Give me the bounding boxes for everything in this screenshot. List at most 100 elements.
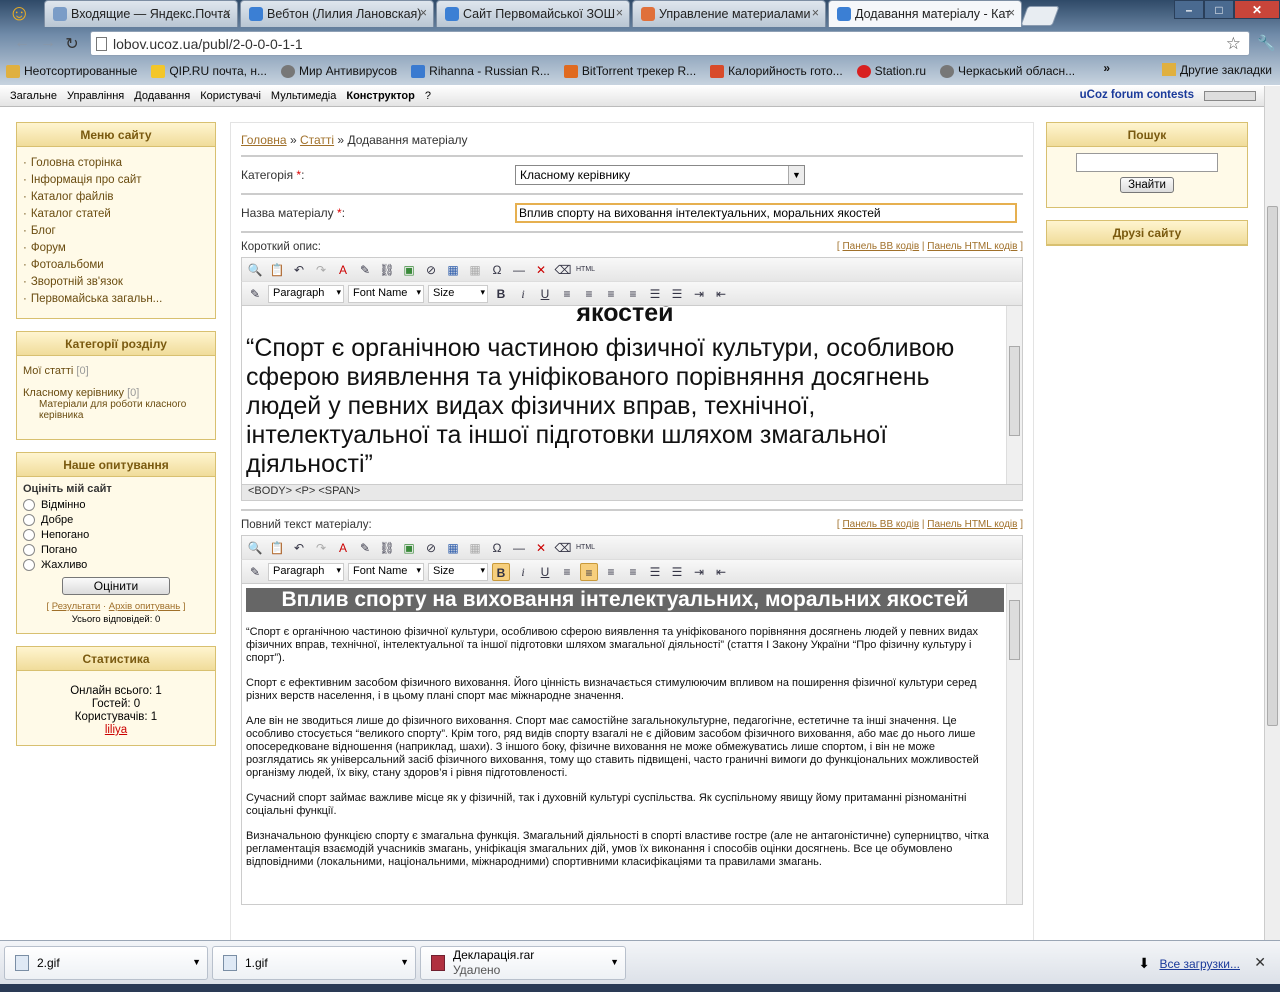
paste-icon[interactable]: 📋 xyxy=(268,539,286,557)
ucoz-menu-users[interactable]: Користувачі xyxy=(200,90,261,102)
unordered-list-icon[interactable]: ☰ xyxy=(668,285,686,303)
radio-button[interactable] xyxy=(23,559,35,571)
ucoz-menu-constructor[interactable]: Конструктор xyxy=(346,90,414,102)
menu-item-school[interactable]: Первомайська загальн... xyxy=(23,293,209,305)
bookmark[interactable]: Rihanna - Russian R... xyxy=(411,59,550,83)
horizontal-rule-icon[interactable]: — xyxy=(510,539,528,557)
bookmark[interactable]: Неотсортированные xyxy=(6,59,137,83)
html-panel-link[interactable]: Панель HTML кодів xyxy=(927,519,1017,530)
ucoz-bar-slider[interactable] xyxy=(1204,91,1256,101)
text-color-icon[interactable]: A xyxy=(334,261,352,279)
close-icon[interactable]: × xyxy=(224,6,231,20)
vote-button[interactable]: Оцінити xyxy=(62,577,170,595)
editor-scrollbar[interactable] xyxy=(1006,584,1022,904)
bb-panel-link[interactable]: Панель BB кодів xyxy=(842,519,919,530)
paragraph-dropdown[interactable]: Paragraph xyxy=(268,562,344,581)
download-item[interactable]: 2.gif ▼ xyxy=(4,946,208,980)
poll-option[interactable]: Добре xyxy=(23,514,209,526)
radio-button[interactable] xyxy=(23,529,35,541)
table-icon[interactable]: ▦ xyxy=(444,261,462,279)
menu-item-photos[interactable]: Фотоальбоми xyxy=(23,259,209,271)
table-icon[interactable]: ▦ xyxy=(444,539,462,557)
menu-item-info[interactable]: Інформація про сайт xyxy=(23,174,209,186)
title-input[interactable]: Вплив спорту на виховання інтелектуальни… xyxy=(515,203,1017,223)
back-icon[interactable]: ← xyxy=(12,34,32,52)
wrench-icon[interactable]: 🔧 xyxy=(1257,34,1276,52)
download-item[interactable]: 1.gif ▼ xyxy=(212,946,416,980)
bold-icon[interactable]: B xyxy=(492,285,510,303)
bb-panel-link[interactable]: Панель BB кодів xyxy=(842,241,919,252)
chevron-down-icon[interactable]: ▼ xyxy=(610,957,619,967)
paragraph-dropdown[interactable]: Paragraph xyxy=(268,284,344,303)
ucoz-menu-add[interactable]: Додавання xyxy=(134,90,190,102)
scrollbar-thumb[interactable] xyxy=(1009,600,1020,660)
ordered-list-icon[interactable]: ☰ xyxy=(646,563,664,581)
poll-option[interactable]: Непогано xyxy=(23,529,209,541)
eraser-icon[interactable]: ⌫ xyxy=(554,539,572,557)
unlink-icon[interactable]: ⊘ xyxy=(422,539,440,557)
poll-archive-link[interactable]: Архів опитувань xyxy=(109,601,180,612)
download-item[interactable]: Декларація.rar Удалено ▼ xyxy=(420,946,626,980)
window-close-button[interactable]: ✕ xyxy=(1234,0,1280,19)
image-icon[interactable]: ▣ xyxy=(400,261,418,279)
unordered-list-icon[interactable]: ☰ xyxy=(668,563,686,581)
radio-button[interactable] xyxy=(23,514,35,526)
indent-icon[interactable]: ⇥ xyxy=(690,563,708,581)
highlight-icon[interactable]: ✎ xyxy=(356,539,374,557)
page-scrollbar[interactable] xyxy=(1264,86,1280,940)
remove-format-icon[interactable]: ✕ xyxy=(532,261,550,279)
special-char-icon[interactable]: Ω xyxy=(488,261,506,279)
menu-item-forum[interactable]: Форум xyxy=(23,242,209,254)
underline-icon[interactable]: U xyxy=(536,563,554,581)
full-text-editor[interactable]: Вплив спорту на виховання інтелектуальни… xyxy=(241,583,1023,905)
close-icon[interactable]: × xyxy=(616,6,623,20)
search-input[interactable] xyxy=(1076,153,1218,172)
new-tab-button[interactable] xyxy=(1020,6,1060,26)
tab-add-material[interactable]: Додавання матеріалу - Кат × xyxy=(828,0,1022,27)
poll-results-link[interactable]: Результати xyxy=(52,601,101,612)
scrollbar-thumb[interactable] xyxy=(1009,346,1020,436)
table-edit-icon[interactable]: ▦ xyxy=(466,539,484,557)
font-size-dropdown[interactable]: Size xyxy=(428,284,488,303)
italic-icon[interactable]: i xyxy=(514,285,532,303)
editor-scrollbar[interactable] xyxy=(1006,306,1022,484)
minimize-button[interactable]: – xyxy=(1174,0,1204,19)
category-item[interactable]: Класному керівнику [0] Матеріали для робо… xyxy=(23,387,209,421)
chevron-down-icon[interactable]: ▼ xyxy=(192,957,201,967)
ordered-list-icon[interactable]: ☰ xyxy=(646,285,664,303)
bookmark[interactable]: Мир Антивирусов xyxy=(280,59,397,83)
align-center-icon[interactable]: ≡ xyxy=(580,285,598,303)
menu-item-feedback[interactable]: Зворотній зв'язок xyxy=(23,276,209,288)
align-right-icon[interactable]: ≡ xyxy=(602,563,620,581)
paste-icon[interactable]: 📋 xyxy=(268,261,286,279)
align-center-icon[interactable]: ≡ xyxy=(580,562,598,581)
stats-user-link[interactable]: liliya xyxy=(23,724,209,737)
other-bookmarks[interactable]: Другие закладки xyxy=(1162,63,1272,77)
find-icon[interactable]: 🔍 xyxy=(246,261,264,279)
eraser-icon[interactable]: ⌫ xyxy=(554,261,572,279)
maximize-button[interactable]: □ xyxy=(1204,0,1234,19)
close-icon[interactable]: × xyxy=(420,6,427,20)
indent-icon[interactable]: ⇥ xyxy=(690,285,708,303)
chevron-down-icon[interactable]: ▼ xyxy=(400,957,409,967)
table-edit-icon[interactable]: ▦ xyxy=(466,261,484,279)
undo-icon[interactable]: ↶ xyxy=(290,261,308,279)
html-source-icon[interactable]: HTML xyxy=(576,539,595,557)
breadcrumb-home[interactable]: Головна xyxy=(241,133,287,147)
ucoz-menu-manage[interactable]: Управління xyxy=(67,90,124,102)
reload-icon[interactable]: ↻ xyxy=(62,34,82,53)
find-icon[interactable]: 🔍 xyxy=(246,539,264,557)
image-icon[interactable]: ▣ xyxy=(400,539,418,557)
italic-icon[interactable]: i xyxy=(514,563,532,581)
align-justify-icon[interactable]: ≡ xyxy=(624,563,642,581)
bookmark[interactable]: Калорийность гото... xyxy=(710,59,843,83)
breadcrumb-articles[interactable]: Статті xyxy=(300,133,334,147)
highlight-icon[interactable]: ✎ xyxy=(356,261,374,279)
remove-format-icon[interactable]: ✕ xyxy=(532,539,550,557)
bookmark[interactable]: BitTorrent трекер R... xyxy=(563,59,696,83)
text-color-icon[interactable]: A xyxy=(334,539,352,557)
tab-webton[interactable]: Вебтон (Лилия Лановская) × xyxy=(240,0,434,27)
ucoz-menu-help[interactable]: ? xyxy=(425,90,431,102)
star-icon[interactable]: ☆ xyxy=(1226,34,1241,54)
radio-button[interactable] xyxy=(23,544,35,556)
